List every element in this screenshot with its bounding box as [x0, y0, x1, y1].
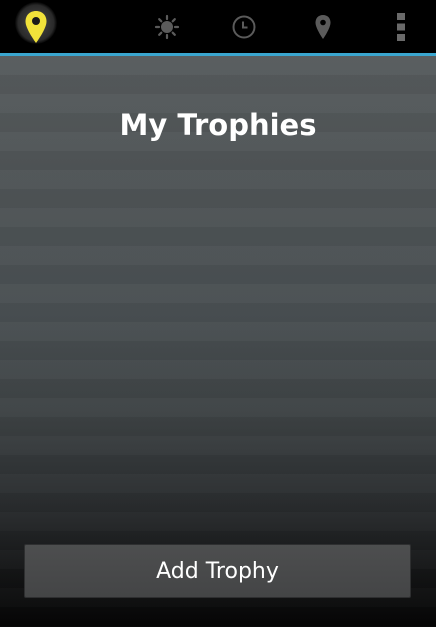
action-bar [0, 0, 436, 53]
add-trophy-button[interactable]: Add Trophy [24, 544, 411, 598]
map-pin-home-icon[interactable] [14, 0, 58, 53]
overflow-menu-icon-glyph [397, 12, 405, 41]
page-title: My Trophies [119, 108, 317, 142]
brightness-icon[interactable] [152, 0, 182, 53]
app-screen: My Trophies Add Trophy [0, 0, 436, 627]
overflow-menu-icon[interactable] [386, 0, 416, 53]
map-pin-home-icon-glyph [25, 10, 47, 43]
clock-icon[interactable] [229, 0, 259, 53]
brightness-icon-glyph [154, 14, 180, 39]
trophies-content: My Trophies Add Trophy [0, 56, 436, 627]
clock-icon-glyph [232, 15, 256, 38]
location-pin-icon[interactable] [308, 0, 338, 53]
location-pin-icon-glyph [315, 14, 331, 39]
